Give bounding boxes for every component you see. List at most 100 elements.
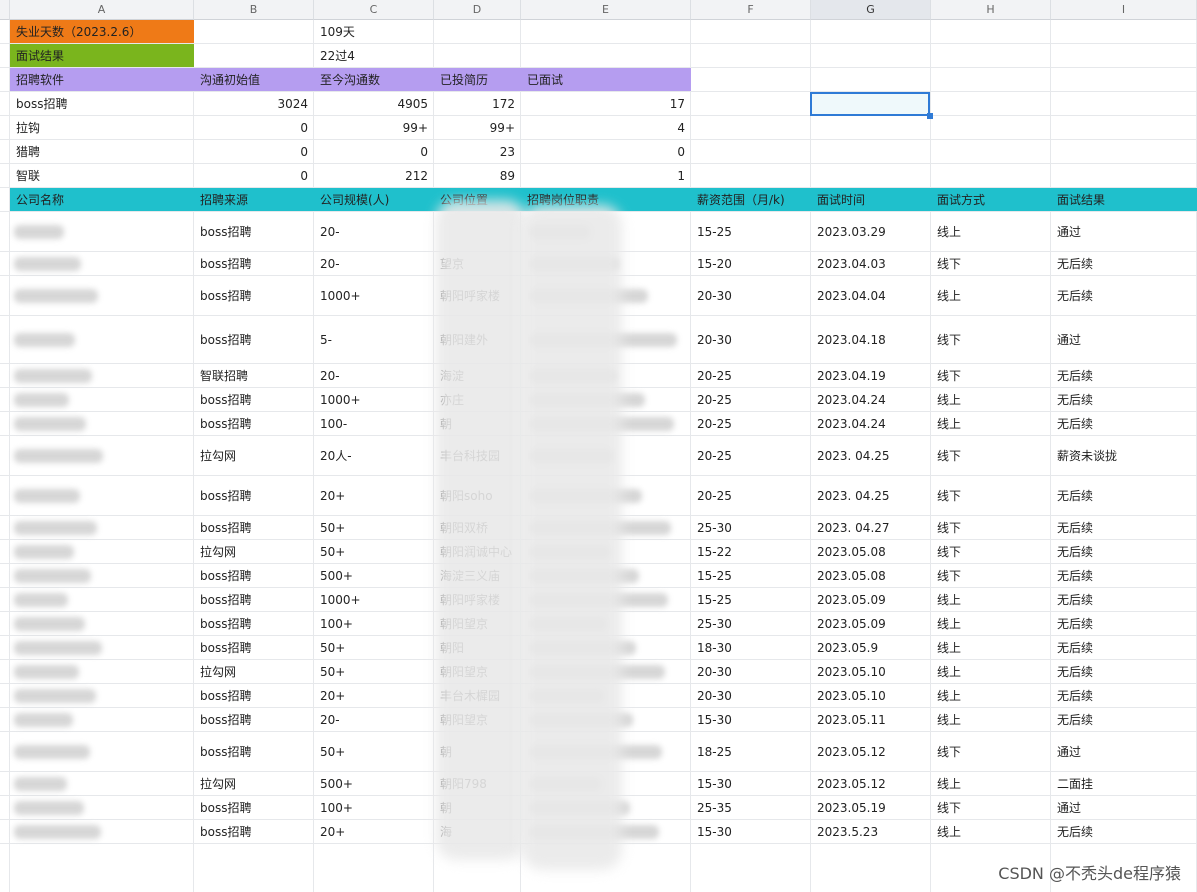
table-cell[interactable]: 15-25 <box>691 212 811 251</box>
table-cell[interactable]: 无后续 <box>1051 588 1197 611</box>
platform-value[interactable]: 212 <box>314 164 434 187</box>
table-cell[interactable]: 2023.05.09 <box>811 612 931 635</box>
table-cell[interactable]: 拉勾网 <box>194 540 314 563</box>
table-cell[interactable]: 2023.05.10 <box>811 660 931 683</box>
table-cell[interactable]: 15-30 <box>691 772 811 795</box>
table-cell[interactable]: 100+ <box>314 612 434 635</box>
column-header-d[interactable]: D <box>434 0 521 20</box>
table-cell[interactable]: 无后续 <box>1051 476 1197 515</box>
table-header-cell[interactable]: 招聘来源 <box>194 188 314 211</box>
table-cell[interactable]: 无后续 <box>1051 364 1197 387</box>
table-cell[interactable]: 无后续 <box>1051 540 1197 563</box>
table-cell[interactable]: 无后续 <box>1051 516 1197 539</box>
table-cell[interactable]: 20-30 <box>691 316 811 363</box>
table-cell[interactable]: 20+ <box>314 476 434 515</box>
platform-header-cell[interactable]: 已投简历 <box>434 68 521 91</box>
platform-name[interactable]: 拉钩 <box>10 116 194 139</box>
table-cell[interactable]: 无后续 <box>1051 820 1197 843</box>
table-cell[interactable]: 20人- <box>314 436 434 475</box>
table-cell[interactable]: boss招聘 <box>194 588 314 611</box>
table-cell[interactable]: 15-25 <box>691 588 811 611</box>
table-cell[interactable]: 线下 <box>931 436 1051 475</box>
table-cell[interactable]: boss招聘 <box>194 684 314 707</box>
platform-value[interactable]: 0 <box>194 140 314 163</box>
table-cell[interactable]: 2023.04.18 <box>811 316 931 363</box>
table-cell[interactable]: 线下 <box>931 564 1051 587</box>
table-cell[interactable]: 线上 <box>931 660 1051 683</box>
table-cell[interactable]: 2023.05.19 <box>811 796 931 819</box>
table-cell[interactable]: 线上 <box>931 412 1051 435</box>
table-cell[interactable]: 线下 <box>931 316 1051 363</box>
platform-value[interactable]: 23 <box>434 140 521 163</box>
platform-value[interactable]: 99+ <box>434 116 521 139</box>
platform-value[interactable]: 0 <box>521 140 691 163</box>
table-cell[interactable]: 线上 <box>931 708 1051 731</box>
interview-result-value[interactable]: 22过4 <box>314 44 434 67</box>
table-cell[interactable]: 20-30 <box>691 276 811 315</box>
table-cell[interactable]: 无后续 <box>1051 708 1197 731</box>
table-cell[interactable]: 1000+ <box>314 588 434 611</box>
table-cell[interactable]: boss招聘 <box>194 412 314 435</box>
table-cell[interactable]: 无后续 <box>1051 564 1197 587</box>
platform-header-cell[interactable]: 招聘软件 <box>10 68 194 91</box>
table-cell[interactable]: 20-30 <box>691 684 811 707</box>
platform-value[interactable]: 3024 <box>194 92 314 115</box>
interview-result-label[interactable]: 面试结果 <box>10 44 194 67</box>
platform-header-cell[interactable]: 沟通初始值 <box>194 68 314 91</box>
table-header-cell[interactable]: 薪资范围（月/k) <box>691 188 811 211</box>
table-cell[interactable]: 无后续 <box>1051 412 1197 435</box>
unemployed-days-value[interactable]: 109天 <box>314 20 434 43</box>
table-cell[interactable]: 2023.04.19 <box>811 364 931 387</box>
platform-name[interactable]: 智联 <box>10 164 194 187</box>
table-cell[interactable]: 薪资未谈拢 <box>1051 436 1197 475</box>
table-cell[interactable]: 无后续 <box>1051 636 1197 659</box>
table-cell[interactable]: 1000+ <box>314 276 434 315</box>
table-cell[interactable]: boss招聘 <box>194 708 314 731</box>
table-cell[interactable]: 25-30 <box>691 516 811 539</box>
table-cell[interactable]: boss招聘 <box>194 276 314 315</box>
table-cell[interactable]: 无后续 <box>1051 388 1197 411</box>
selected-cell[interactable] <box>810 92 930 116</box>
table-cell[interactable]: 2023.03.29 <box>811 212 931 251</box>
table-cell[interactable]: 2023.05.10 <box>811 684 931 707</box>
table-cell[interactable]: 1000+ <box>314 388 434 411</box>
table-cell[interactable]: 15-20 <box>691 252 811 275</box>
table-cell[interactable]: 通过 <box>1051 732 1197 771</box>
platform-value[interactable]: 4 <box>521 116 691 139</box>
table-cell[interactable]: 20+ <box>314 684 434 707</box>
table-cell[interactable]: 15-22 <box>691 540 811 563</box>
table-cell[interactable]: 线上 <box>931 588 1051 611</box>
table-cell[interactable]: 2023.04.24 <box>811 412 931 435</box>
table-cell[interactable]: 2023.05.08 <box>811 540 931 563</box>
table-cell[interactable]: 500+ <box>314 772 434 795</box>
table-cell[interactable]: 20-25 <box>691 412 811 435</box>
table-cell[interactable]: 50+ <box>314 732 434 771</box>
table-cell[interactable]: 2023. 04.27 <box>811 516 931 539</box>
platform-value[interactable]: 1 <box>521 164 691 187</box>
platform-value[interactable]: 17 <box>521 92 691 115</box>
column-header-h[interactable]: H <box>931 0 1051 20</box>
table-cell[interactable]: 无后续 <box>1051 660 1197 683</box>
table-cell[interactable]: 2023.05.12 <box>811 772 931 795</box>
table-cell[interactable]: 2023.05.11 <box>811 708 931 731</box>
table-cell[interactable]: 2023.04.03 <box>811 252 931 275</box>
table-cell[interactable]: 无后续 <box>1051 252 1197 275</box>
table-cell[interactable]: 无后续 <box>1051 276 1197 315</box>
table-cell[interactable]: 线上 <box>931 388 1051 411</box>
table-cell[interactable]: 二面挂 <box>1051 772 1197 795</box>
table-header-cell[interactable]: 面试时间 <box>811 188 931 211</box>
table-cell[interactable]: 通过 <box>1051 316 1197 363</box>
table-cell[interactable]: 20- <box>314 252 434 275</box>
platform-value[interactable]: 0 <box>194 164 314 187</box>
table-cell[interactable]: boss招聘 <box>194 820 314 843</box>
column-header-g[interactable]: G <box>811 0 931 20</box>
table-cell[interactable]: 100- <box>314 412 434 435</box>
table-cell[interactable]: 25-30 <box>691 612 811 635</box>
table-cell[interactable]: 50+ <box>314 516 434 539</box>
table-cell[interactable]: 2023.04.24 <box>811 388 931 411</box>
platform-value[interactable]: 4905 <box>314 92 434 115</box>
table-cell[interactable]: boss招聘 <box>194 564 314 587</box>
table-cell[interactable]: 5- <box>314 316 434 363</box>
table-cell[interactable]: 线上 <box>931 612 1051 635</box>
table-cell[interactable]: 2023. 04.25 <box>811 476 931 515</box>
